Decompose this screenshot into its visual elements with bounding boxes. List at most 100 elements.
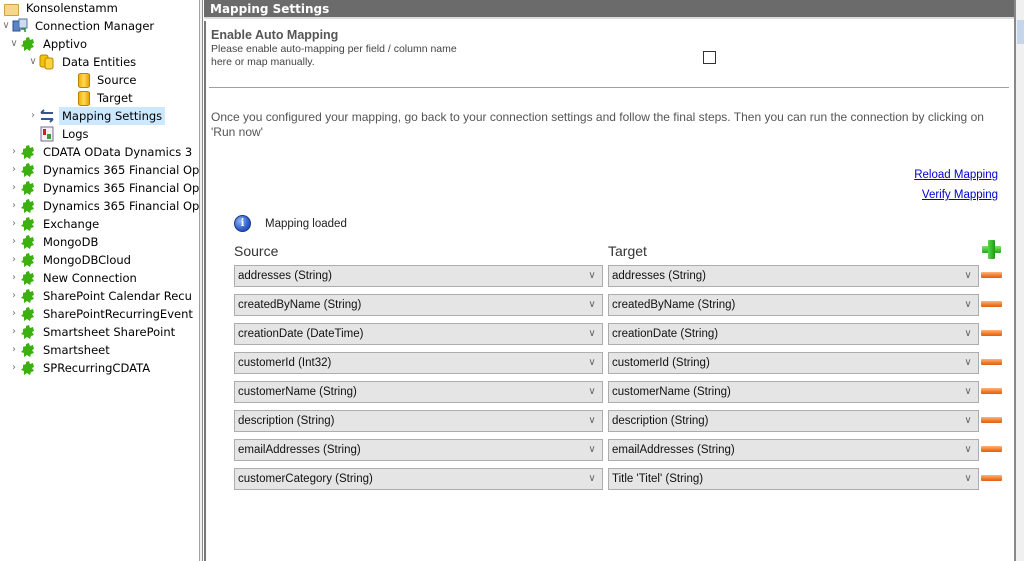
tree-item[interactable]: › MongoDBCloud — [8, 251, 134, 269]
chevron-down-icon[interactable]: ∨ — [586, 469, 598, 489]
remove-mapping-button[interactable] — [981, 417, 1002, 423]
chevron-right-icon[interactable]: › — [8, 359, 20, 377]
chevron-down-icon[interactable]: ∨ — [962, 440, 974, 460]
chevron-down-icon[interactable]: ∨ — [962, 324, 974, 344]
tree-item[interactable]: › Dynamics 365 Financial Op — [8, 179, 200, 197]
chevron-down-icon[interactable]: ∨ — [8, 35, 20, 53]
tree-item[interactable]: › Mapping Settings — [27, 107, 166, 125]
connection-tree: Konsolenstamm ∨ Connection Manager ∨ Apptivo… — [0, 0, 200, 561]
tree-item[interactable]: ∨ Apptivo — [8, 35, 90, 53]
chevron-down-icon[interactable]: ∨ — [586, 295, 598, 315]
remove-mapping-button[interactable] — [981, 475, 1002, 481]
tree-item[interactable]: › Dynamics 365 Financial Op — [8, 161, 200, 179]
chevron-down-icon[interactable]: ∨ — [586, 324, 598, 344]
tree-item-label: MongoDBCloud — [43, 253, 131, 267]
auto-mapping-title: Enable Auto Mapping — [211, 28, 339, 42]
source-field-dropdown[interactable]: customerCategory (String) ∨ — [234, 468, 603, 490]
source-field-dropdown[interactable]: customerId (Int32) ∨ — [234, 352, 603, 374]
tree-item[interactable]: › MongoDB — [8, 233, 101, 251]
target-field-dropdown[interactable]: createdByName (String) ∨ — [608, 294, 979, 316]
target-field-dropdown[interactable]: addresses (String) ∨ — [608, 265, 979, 287]
add-mapping-button[interactable] — [982, 240, 1001, 259]
chevron-down-icon[interactable]: ∨ — [27, 53, 39, 71]
chevron-down-icon[interactable]: ∨ — [962, 382, 974, 402]
tree-item[interactable]: Source — [46, 71, 140, 89]
chevron-down-icon[interactable]: ∨ — [586, 266, 598, 286]
chevron-right-icon[interactable]: › — [8, 323, 20, 341]
target-field-dropdown[interactable]: creationDate (String) ∨ — [608, 323, 979, 345]
target-field-dropdown[interactable]: description (String) ∨ — [608, 410, 979, 432]
tree-item[interactable]: Logs — [27, 125, 92, 143]
chevron-right-icon[interactable]: › — [8, 269, 20, 287]
chevron-right-icon[interactable]: › — [27, 107, 39, 125]
info-icon: i — [234, 215, 251, 232]
window-edge-scrollbar[interactable] — [1014, 0, 1024, 561]
target-field-value: description (String) — [612, 415, 709, 427]
remove-mapping-button[interactable] — [981, 359, 1002, 365]
tree-item[interactable]: › SPRecurringCDATA — [8, 359, 153, 377]
chevron-down-icon[interactable]: ∨ — [962, 266, 974, 286]
tree-item[interactable]: › Dynamics 365 Financial Op — [8, 197, 200, 215]
scroll-thumb[interactable] — [1017, 20, 1024, 44]
source-field-dropdown[interactable]: description (String) ∨ — [234, 410, 603, 432]
target-field-dropdown[interactable]: customerName (String) ∨ — [608, 381, 979, 403]
target-field-dropdown[interactable]: Title 'Titel' (String) ∨ — [608, 468, 979, 490]
tree-item-label: CDATA OData Dynamics 3 — [43, 145, 193, 159]
reload-mapping-link[interactable]: Reload Mapping — [914, 169, 998, 181]
chevron-right-icon[interactable]: › — [8, 179, 20, 197]
chevron-down-icon[interactable]: ∨ — [962, 295, 974, 315]
target-column-header: Target — [608, 243, 647, 259]
remove-mapping-button[interactable] — [981, 388, 1002, 394]
chevron-right-icon[interactable]: › — [8, 215, 20, 233]
source-field-value: customerCategory (String) — [238, 473, 373, 485]
tree-item[interactable]: › Smartsheet — [8, 341, 113, 359]
tree-item[interactable]: › SharePointRecurringEvent — [8, 305, 196, 323]
tree-item[interactable]: Target — [46, 89, 136, 107]
source-field-dropdown[interactable]: creationDate (DateTime) ∨ — [234, 323, 603, 345]
tree-item[interactable]: › New Connection — [8, 269, 140, 287]
plus-icon-stem — [988, 240, 995, 259]
tree-item[interactable]: › CDATA OData Dynamics 3 — [8, 143, 195, 161]
target-field-value: Title 'Titel' (String) — [612, 473, 704, 485]
source-field-dropdown[interactable]: addresses (String) ∨ — [234, 265, 603, 287]
puzzle-icon — [20, 162, 36, 178]
chevron-down-icon[interactable]: ∨ — [586, 440, 598, 460]
chevron-right-icon[interactable]: › — [8, 287, 20, 305]
chevron-down-icon[interactable]: ∨ — [962, 411, 974, 431]
target-field-dropdown[interactable]: emailAddresses (String) ∨ — [608, 439, 979, 461]
puzzle-icon — [20, 180, 36, 196]
chevron-down-icon[interactable]: ∨ — [0, 17, 12, 35]
tree-item[interactable]: Konsolenstamm — [0, 0, 121, 17]
tree-item[interactable]: › Smartsheet SharePoint — [8, 323, 178, 341]
chevron-right-icon[interactable]: › — [8, 233, 20, 251]
auto-mapping-checkbox[interactable] — [703, 51, 716, 64]
target-field-dropdown[interactable]: customerId (String) ∨ — [608, 352, 979, 374]
verify-mapping-link[interactable]: Verify Mapping — [922, 189, 998, 201]
remove-mapping-button[interactable] — [981, 446, 1002, 452]
chevron-right-icon[interactable]: › — [8, 305, 20, 323]
chevron-down-icon[interactable]: ∨ — [586, 411, 598, 431]
tree-item[interactable]: ∨ Connection Manager — [0, 17, 157, 35]
tree-item[interactable]: ∨ Data Entities — [27, 53, 139, 71]
chevron-right-icon[interactable]: › — [8, 161, 20, 179]
chevron-down-icon[interactable]: ∨ — [586, 382, 598, 402]
source-field-dropdown[interactable]: customerName (String) ∨ — [234, 381, 603, 403]
panel-splitter[interactable] — [199, 0, 203, 561]
tree-item[interactable]: › Exchange — [8, 215, 102, 233]
tree-item-label: Logs — [62, 127, 89, 141]
remove-mapping-button[interactable] — [981, 272, 1002, 278]
chevron-down-icon[interactable]: ∨ — [962, 469, 974, 489]
chevron-right-icon[interactable]: › — [8, 251, 20, 269]
chevron-right-icon[interactable]: › — [8, 143, 20, 161]
source-field-dropdown[interactable]: emailAddresses (String) ∨ — [234, 439, 603, 461]
source-field-dropdown[interactable]: createdByName (String) ∨ — [234, 294, 603, 316]
target-field-value: addresses (String) — [612, 270, 706, 282]
chevron-right-icon[interactable]: › — [8, 197, 20, 215]
chevron-right-icon[interactable]: › — [8, 341, 20, 359]
remove-mapping-button[interactable] — [981, 301, 1002, 307]
chevron-down-icon[interactable]: ∨ — [962, 353, 974, 373]
chevron-down-icon[interactable]: ∨ — [586, 353, 598, 373]
tree-item[interactable]: › SharePoint Calendar Recu — [8, 287, 195, 305]
remove-mapping-button[interactable] — [981, 330, 1002, 336]
